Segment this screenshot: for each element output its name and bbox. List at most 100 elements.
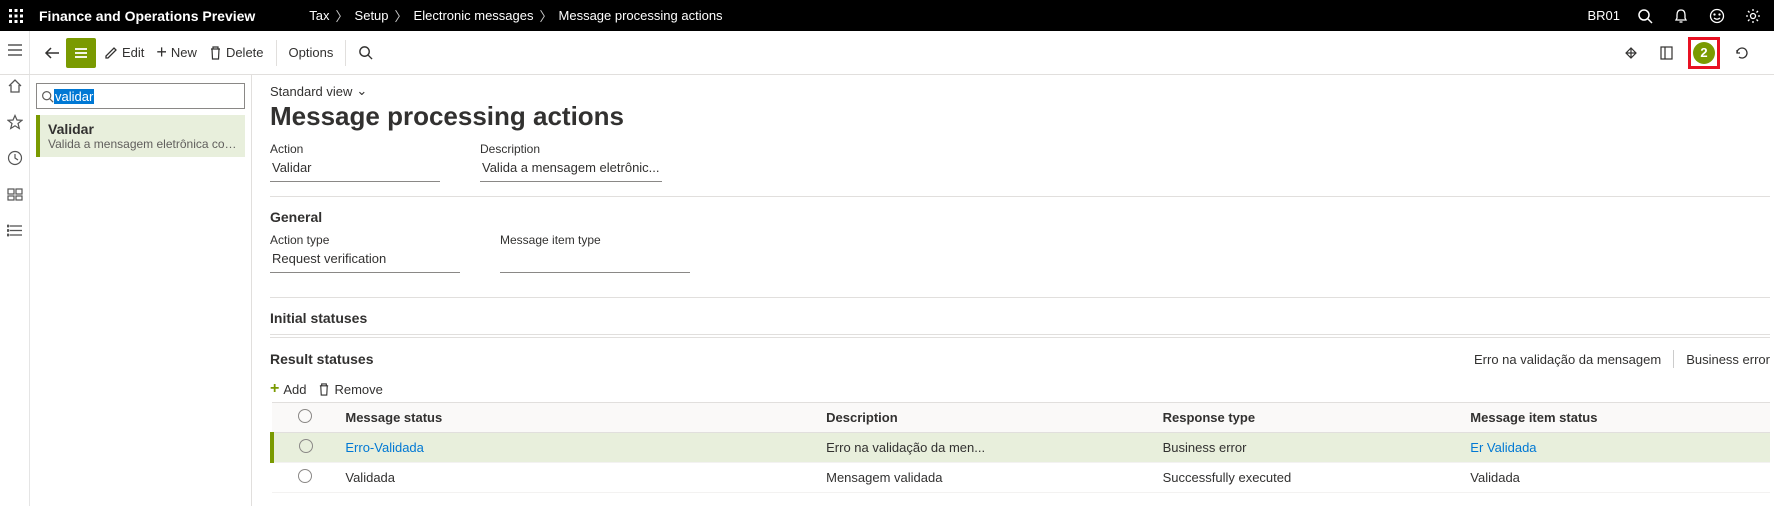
action-type-input[interactable]: Request verification xyxy=(270,249,460,273)
result-statuses-table: Message status Description Response type… xyxy=(270,402,1770,493)
table-row[interactable]: ValidadaMensagem validadaSuccessfully ex… xyxy=(272,463,1770,493)
help-badge-icon[interactable]: 2 xyxy=(1693,42,1715,64)
field-label: Action xyxy=(270,142,440,156)
result-error-text: Erro na validação da mensagem xyxy=(1474,352,1661,367)
section-header-result-statuses[interactable]: Result statuses Erro na validação da men… xyxy=(270,346,1770,376)
star-icon[interactable] xyxy=(6,113,24,131)
action-field: Action Validar xyxy=(270,142,440,182)
field-label: Description xyxy=(480,142,662,156)
cell-description: Erro na validação da men... xyxy=(818,433,1154,463)
col-message-status[interactable]: Message status xyxy=(337,403,818,433)
row-radio[interactable] xyxy=(298,469,312,483)
select-all-radio[interactable] xyxy=(298,409,312,423)
col-select[interactable] xyxy=(272,403,337,433)
result-statuses-section: Result statuses Erro na validação da men… xyxy=(270,337,1770,503)
nav-item-desc: Valida a mensagem eletrônica com req... xyxy=(48,137,237,151)
content: validar Validar Valida a mensagem eletrô… xyxy=(30,75,1774,506)
cell-response-type: Successfully executed xyxy=(1155,463,1463,493)
cell-response-type: Business error xyxy=(1155,433,1463,463)
filter-search-icon xyxy=(41,90,54,103)
cell-message-status: Erro-Validada xyxy=(337,433,818,463)
field-label: Message item type xyxy=(500,233,690,247)
refresh-icon[interactable] xyxy=(1728,38,1756,68)
company-code[interactable]: BR01 xyxy=(1587,8,1620,23)
edit-button[interactable]: Edit xyxy=(98,38,150,68)
filter-input-wrapper[interactable]: validar xyxy=(36,83,245,109)
section-header-general[interactable]: General xyxy=(270,205,1770,233)
view-toggle-button[interactable] xyxy=(66,38,96,68)
home-icon[interactable] xyxy=(6,77,24,95)
breadcrumb-item[interactable]: Setup xyxy=(355,8,389,23)
add-label: Add xyxy=(283,382,306,397)
field-label: Action type xyxy=(270,233,460,247)
table-row[interactable]: Erro-ValidadaErro na validação da men...… xyxy=(272,433,1770,463)
remove-label: Remove xyxy=(334,382,382,397)
nav-item-validar[interactable]: Validar Valida a mensagem eletrônica com… xyxy=(36,115,245,157)
cell-message-status: Validada xyxy=(337,463,818,493)
cell-item-status: Er Validada xyxy=(1462,433,1770,463)
action-bar: Edit + New Delete Options 2 xyxy=(0,31,1774,75)
clock-icon[interactable] xyxy=(6,149,24,167)
header-fields: Action Validar Description Valida a mens… xyxy=(270,142,1774,182)
filter-input[interactable]: validar xyxy=(54,89,94,104)
col-response-type[interactable]: Response type xyxy=(1155,403,1463,433)
col-description[interactable]: Description xyxy=(818,403,1154,433)
list-icon[interactable] xyxy=(6,221,24,239)
view-selector[interactable]: Standard view ⌄ xyxy=(270,83,1774,99)
actionbar-right: 2 xyxy=(1617,37,1766,69)
chevron-down-icon: ⌄ xyxy=(356,83,367,99)
search-action-button[interactable] xyxy=(352,38,379,68)
smile-icon[interactable] xyxy=(1706,5,1728,27)
breadcrumb-item[interactable]: Tax xyxy=(309,8,329,23)
edit-label: Edit xyxy=(122,45,144,60)
cell-description: Mensagem validada xyxy=(818,463,1154,493)
result-error-type: Business error xyxy=(1686,352,1770,367)
table-toolbar: + Add Remove xyxy=(270,376,1770,402)
breadcrumb-item[interactable]: Electronic messages xyxy=(414,8,534,23)
left-rail xyxy=(0,31,30,506)
trash-icon xyxy=(209,46,222,60)
separator xyxy=(345,40,346,66)
main-panel: Standard view ⌄ Message processing actio… xyxy=(252,75,1774,506)
new-label: New xyxy=(171,45,197,60)
gear-icon[interactable] xyxy=(1742,5,1764,27)
back-button[interactable] xyxy=(38,38,66,68)
bell-icon[interactable] xyxy=(1670,5,1692,27)
page-title: Message processing actions xyxy=(270,101,1774,132)
chevron-right-icon: 〉 xyxy=(540,6,553,25)
nav-panel: validar Validar Valida a mensagem eletrô… xyxy=(30,75,252,506)
options-button[interactable]: Options xyxy=(283,38,340,68)
col-message-item-status[interactable]: Message item status xyxy=(1462,403,1770,433)
section-header-initial-statuses[interactable]: Initial statuses xyxy=(270,306,1770,335)
topbar-right: BR01 xyxy=(1587,5,1774,27)
search-icon[interactable] xyxy=(1634,5,1656,27)
table-header-row: Message status Description Response type… xyxy=(272,403,1770,433)
view-label: Standard view xyxy=(270,84,352,99)
add-button[interactable]: + Add xyxy=(270,380,306,398)
breadcrumb-item[interactable]: Message processing actions xyxy=(559,8,723,23)
description-field: Description Valida a mensagem eletrônic.… xyxy=(480,142,662,182)
top-bar: Finance and Operations Preview Tax 〉 Set… xyxy=(0,0,1774,31)
delete-button[interactable]: Delete xyxy=(203,38,270,68)
message-item-type-field: Message item type xyxy=(500,233,690,273)
nav-item-title: Validar xyxy=(48,121,237,137)
office-icon[interactable] xyxy=(1653,38,1680,68)
attach-icon[interactable] xyxy=(1617,38,1645,68)
waffle-icon[interactable] xyxy=(0,0,31,31)
help-highlight: 2 xyxy=(1688,37,1720,69)
cell-item-status: Validada xyxy=(1462,463,1770,493)
trash-icon xyxy=(318,383,330,396)
app-title: Finance and Operations Preview xyxy=(31,8,269,24)
new-button[interactable]: + New xyxy=(150,38,203,68)
description-input[interactable]: Valida a mensagem eletrônic... xyxy=(480,158,662,182)
initial-statuses-section: Initial statuses xyxy=(270,297,1770,337)
remove-button[interactable]: Remove xyxy=(318,380,382,398)
plus-icon: + xyxy=(156,42,167,63)
plus-icon: + xyxy=(270,380,279,398)
row-radio[interactable] xyxy=(299,439,313,453)
options-label: Options xyxy=(289,45,334,60)
chevron-right-icon: 〉 xyxy=(395,6,408,25)
module-icon[interactable] xyxy=(6,185,24,203)
message-item-type-input[interactable] xyxy=(500,249,690,273)
action-input[interactable]: Validar xyxy=(270,158,440,182)
